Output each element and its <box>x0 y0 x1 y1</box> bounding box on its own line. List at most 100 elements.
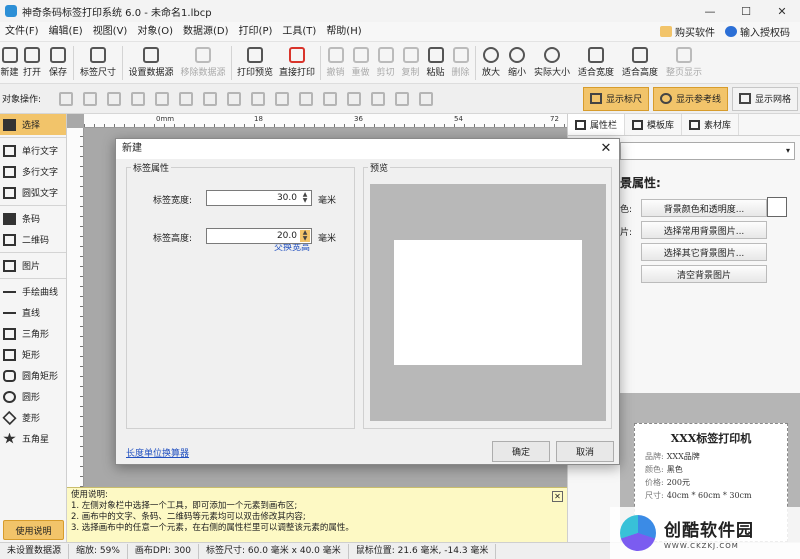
close-window-button[interactable]: ✕ <box>764 5 800 18</box>
common-bg-image-button[interactable]: 选择常用背景图片... <box>641 221 767 239</box>
template-icon <box>632 119 644 130</box>
maximize-button[interactable]: ☐ <box>728 5 764 18</box>
tool-star[interactable]: 五角星 <box>0 428 66 449</box>
tool-single-text[interactable]: 单行文字 <box>0 140 66 161</box>
tool-barcode[interactable]: 条码 <box>0 208 66 229</box>
remove-datasource-button[interactable]: 移除数据源 <box>177 42 229 78</box>
menu-datasource[interactable]: 数据源(D) <box>178 22 234 42</box>
image-icon <box>3 259 16 272</box>
lock-icon[interactable] <box>395 91 410 106</box>
ungroup-icon[interactable] <box>371 91 386 106</box>
tool-freehand[interactable]: 手绘曲线 <box>0 281 66 302</box>
bg-color-button[interactable]: 背景颜色和透明度... <box>641 199 767 217</box>
show-guides-toggle[interactable]: 显示参考线 <box>652 86 728 111</box>
tool-diamond[interactable]: 菱形 <box>0 407 66 428</box>
label-size-button[interactable]: 标签尺寸 <box>76 42 120 78</box>
align-center-icon[interactable] <box>179 91 194 106</box>
print-preview-button[interactable]: 打印预览 <box>234 42 276 78</box>
align-right-icon[interactable] <box>203 91 218 106</box>
unit-converter-link[interactable]: 长度单位换算器 <box>126 446 189 459</box>
show-grid-toggle[interactable]: 显示网格 <box>731 86 798 111</box>
tool-rounded-rect[interactable]: 圆角矩形 <box>0 365 66 386</box>
new-button[interactable]: 新建 <box>0 42 19 78</box>
actual-size-button[interactable]: 实际大小 <box>530 42 574 78</box>
ruler-label: 54 <box>454 115 463 123</box>
delete-button[interactable]: 删除 <box>448 42 473 78</box>
cut-button[interactable]: 剪切 <box>373 42 398 78</box>
align-left-icon[interactable] <box>155 91 170 106</box>
help-close-button[interactable]: ✕ <box>552 491 563 502</box>
tab-materials[interactable]: 素材库 <box>682 114 740 135</box>
menu-print[interactable]: 打印(P) <box>234 22 278 42</box>
paste-button[interactable]: 粘贴 <box>423 42 448 78</box>
layer-bottom-icon[interactable] <box>131 91 146 106</box>
label-size-icon <box>90 47 106 63</box>
direct-print-button[interactable]: 直接打印 <box>276 42 318 78</box>
align-bottom-icon[interactable] <box>275 91 290 106</box>
layer-top-icon[interactable] <box>59 91 74 106</box>
zoom-out-button[interactable]: 缩小 <box>504 42 530 78</box>
minimize-button[interactable]: — <box>692 5 728 18</box>
tool-triangle[interactable]: 三角形 <box>0 323 66 344</box>
fit-width-button[interactable]: 适合宽度 <box>574 42 618 78</box>
dialog-close-button[interactable]: ✕ <box>599 141 613 157</box>
menu-help[interactable]: 帮助(H) <box>321 22 366 42</box>
tool-panel: 选择 单行文字 多行文字 圆弧文字 条码 二维码 图片 手绘曲线 直线 三角形 … <box>0 114 67 542</box>
menu-tools[interactable]: 工具(T) <box>277 22 321 42</box>
bg-color-swatch[interactable] <box>767 197 787 217</box>
same-width-icon[interactable] <box>299 91 314 106</box>
zoom-in-icon <box>483 47 499 63</box>
tool-line[interactable]: 直线 <box>0 302 66 323</box>
layer-down-icon[interactable] <box>107 91 122 106</box>
menu-edit[interactable]: 编辑(E) <box>44 22 88 42</box>
buy-software-link[interactable]: 购买软件 <box>660 24 715 39</box>
row-value: 200元 <box>666 478 690 487</box>
full-page-button[interactable]: 整页显示 <box>662 42 706 78</box>
tool-image[interactable]: 图片 <box>0 255 66 276</box>
menu-view[interactable]: 视图(V) <box>88 22 133 42</box>
group-icon[interactable] <box>347 91 362 106</box>
height-spinner-icon[interactable]: ▲ ▼ <box>300 230 310 242</box>
layer-up-icon[interactable] <box>83 91 98 106</box>
width-spinner-icon[interactable]: ▲ ▼ <box>300 192 310 204</box>
zoom-in-button[interactable]: 放大 <box>478 42 504 78</box>
undo-button[interactable]: 撤销 <box>323 42 348 78</box>
preview-label-paper <box>394 240 582 365</box>
object-select-dropdown[interactable]: ▾ <box>620 142 795 160</box>
tool-multi-text[interactable]: 多行文字 <box>0 161 66 182</box>
tab-properties[interactable]: 属性栏 <box>568 114 626 135</box>
usage-help-button[interactable]: 使用说明 <box>3 520 64 540</box>
open-button[interactable]: 打开 <box>19 42 45 78</box>
preview-label: 预览 <box>368 161 391 174</box>
clear-bg-image-button[interactable]: 清空背景图片 <box>641 265 767 283</box>
height-input[interactable]: 20.0 ▲ ▼ <box>206 228 312 244</box>
height-label: 标签高度: <box>153 234 193 244</box>
align-middle-icon[interactable] <box>251 91 266 106</box>
tool-select[interactable]: 选择 <box>0 114 66 135</box>
align-top-icon[interactable] <box>227 91 242 106</box>
ok-button[interactable]: 确定 <box>492 441 550 462</box>
set-datasource-button[interactable]: 设置数据源 <box>125 42 177 78</box>
fit-height-button[interactable]: 适合高度 <box>618 42 662 78</box>
title-bar: 神奇条码标签打印系统 6.0 - 未命名1.lbcp — ☐ ✕ <box>0 0 800 22</box>
other-bg-image-button[interactable]: 选择其它背景图片... <box>641 243 767 261</box>
menu-file[interactable]: 文件(F) <box>0 22 44 42</box>
redo-button[interactable]: 重做 <box>348 42 373 78</box>
tool-circle[interactable]: 圆形 <box>0 386 66 407</box>
actual-size-label: 实际大小 <box>533 68 570 78</box>
show-ruler-toggle[interactable]: 显示标尺 <box>582 86 649 111</box>
object-ops-label: 对象操作: <box>2 95 42 105</box>
properties-icon <box>575 119 586 130</box>
tab-templates[interactable]: 模板库 <box>625 114 683 135</box>
enter-license-link[interactable]: 输入授权码 <box>725 24 790 39</box>
tool-qrcode[interactable]: 二维码 <box>0 229 66 250</box>
menu-object[interactable]: 对象(O) <box>132 22 178 42</box>
unlock-icon[interactable] <box>419 91 434 106</box>
tool-arc-text[interactable]: 圆弧文字 <box>0 182 66 203</box>
width-input[interactable]: 30.0 ▲ ▼ <box>206 190 312 206</box>
save-button[interactable]: 保存 <box>45 42 71 78</box>
same-height-icon[interactable] <box>323 91 338 106</box>
cancel-button[interactable]: 取消 <box>556 441 614 462</box>
copy-button[interactable]: 复制 <box>398 42 423 78</box>
tool-rectangle[interactable]: 矩形 <box>0 344 66 365</box>
